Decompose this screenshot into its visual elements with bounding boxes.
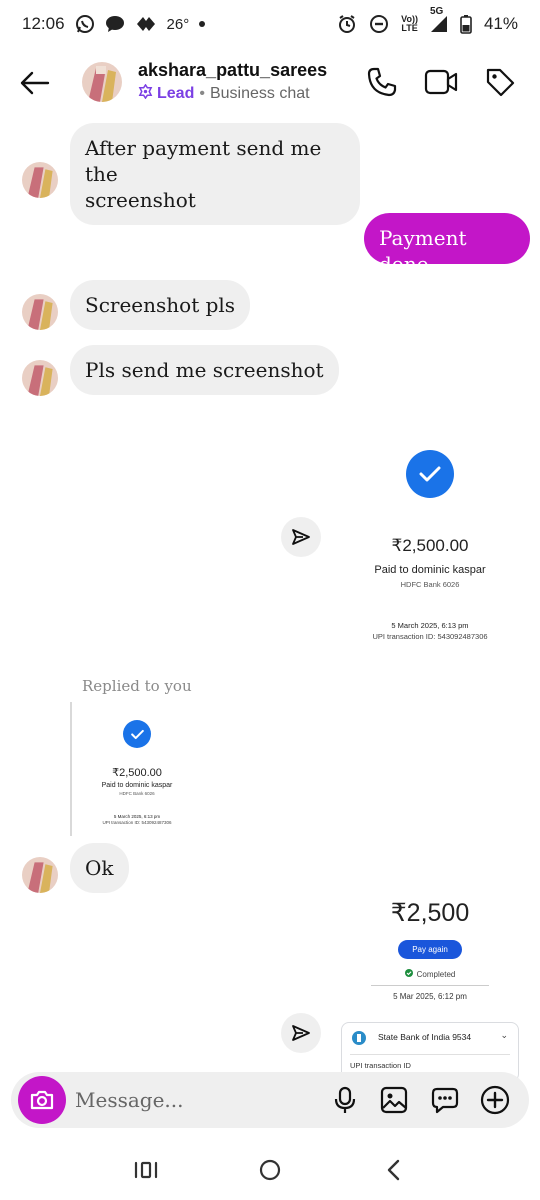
pay-again-button[interactable]: Pay again [398, 940, 462, 959]
receipt2-amount: ₹2,500 [390, 899, 470, 927]
payment-screenshot-image[interactable]: ₹2,500.00 Paid to dominic kaspar HDFC Ba… [360, 440, 500, 658]
payment-success-check-icon [406, 450, 454, 498]
chat-header: akshara_pattu_sarees Lead • Business cha… [0, 52, 540, 112]
share-button[interactable] [281, 517, 321, 557]
message-text: Pls send me screenshot [85, 358, 324, 382]
chevron-left-icon [387, 1159, 400, 1181]
battery-icon [460, 14, 472, 34]
reply-datetime: 5 March 2025, 6:13 pm [113, 814, 161, 819]
message-composer [11, 1072, 529, 1128]
contact-name[interactable]: akshara_pattu_sarees [138, 60, 327, 81]
receipt-bank: HDFC Bank 6026 [400, 580, 460, 589]
voice-call-button[interactable] [366, 66, 398, 98]
sender-avatar[interactable] [22, 857, 58, 893]
recent-apps-icon [134, 1161, 158, 1179]
volte-icon: Vo)) LTE [401, 15, 418, 33]
receipt-paid-to: Paid to dominic kaspar [374, 564, 486, 576]
back-arrow-icon [20, 71, 50, 95]
add-attachment-button[interactable] [479, 1084, 511, 1116]
back-button[interactable] [18, 66, 52, 100]
video-camera-icon [424, 69, 458, 95]
status-bar: 12:06 26° Vo)) LTE 5G 41% [0, 0, 540, 48]
camera-button[interactable] [18, 1076, 66, 1124]
tag-button[interactable] [484, 66, 516, 98]
receipt-datetime: 5 March 2025, 6:13 pm [391, 621, 469, 630]
chevron-down-icon: ⌄ [500, 1030, 508, 1040]
receipt2-datetime: 5 Mar 2025, 6:12 pm [393, 992, 467, 1001]
send-paper-plane-icon [292, 529, 310, 545]
receipt-upi-id: UPI transaction ID: 543092487306 [372, 632, 488, 641]
divider [350, 1054, 510, 1055]
reply-bank: HDFC Bank 6026 [119, 791, 155, 796]
message-text: Screenshot pls [85, 293, 236, 317]
message-text-line: After payment send me the [85, 136, 322, 186]
phone-icon [367, 67, 397, 97]
alarm-icon [337, 14, 357, 34]
home-circle-icon [259, 1159, 281, 1181]
message-text-line: screenshot [85, 188, 196, 212]
incoming-message[interactable]: Ok [70, 843, 129, 893]
upi-id-label: UPI transaction ID [350, 1061, 411, 1070]
network-type: 5G [429, 6, 444, 17]
contact-avatar[interactable] [82, 62, 122, 102]
bank-name: State Bank of India 9534 [378, 1032, 472, 1042]
lead-label[interactable]: Lead [157, 85, 194, 103]
system-navigation-bar [0, 1140, 540, 1200]
divider [371, 985, 489, 986]
plus-circle-icon [480, 1085, 510, 1115]
chat-dots-icon [431, 1087, 459, 1114]
separator-dot: • [199, 85, 205, 102]
sender-avatar[interactable] [22, 360, 58, 396]
voice-message-button[interactable] [329, 1084, 361, 1116]
microphone-icon [334, 1086, 356, 1113]
more-notifications-dot-icon [199, 21, 206, 27]
app-notification-icon [135, 15, 157, 33]
image-gallery-icon [380, 1086, 408, 1114]
message-text: Payment done [379, 226, 467, 276]
message-text: Ok [85, 856, 114, 880]
reply-amount: ₹2,500.00 [112, 767, 162, 779]
share-button[interactable] [281, 1013, 321, 1053]
message-input[interactable] [75, 1082, 305, 1118]
recent-apps-button[interactable] [130, 1154, 162, 1186]
reply-indicator-bar [70, 702, 72, 836]
temperature: 26° [166, 15, 190, 33]
video-call-button[interactable] [424, 66, 458, 98]
sender-avatar[interactable] [22, 162, 58, 198]
camera-icon [30, 1090, 54, 1110]
replied-screenshot-preview[interactable]: ₹2,500.00 Paid to dominic kaspar HDFC Ba… [78, 716, 196, 836]
sbi-logo-icon [352, 1031, 366, 1045]
incoming-message[interactable]: Screenshot pls [70, 280, 251, 330]
reply-upi-id: UPI transaction ID: 543092487306 [102, 820, 172, 825]
outgoing-message[interactable]: Payment done [364, 213, 530, 276]
home-button[interactable] [254, 1154, 286, 1186]
whatsapp-icon [75, 14, 95, 34]
incoming-message[interactable]: Pls send me screenshot [70, 345, 339, 395]
sticker-chat-button[interactable] [429, 1084, 461, 1116]
receipt-amount: ₹2,500.00 [391, 536, 469, 555]
tag-icon [486, 68, 515, 97]
do-not-disturb-icon [369, 14, 389, 34]
gallery-button[interactable] [378, 1084, 410, 1116]
reply-paid-to: Paid to dominic kaspar [101, 782, 173, 789]
sender-avatar[interactable] [22, 294, 58, 330]
replied-to-you-label: Replied to you [82, 677, 192, 695]
chat-type-label: Business chat [209, 85, 310, 102]
signal-icon: 5G [430, 6, 448, 33]
payment-success-check-icon [123, 720, 151, 748]
payment-screenshot-image[interactable]: ₹2,500 Pay again Completed 5 Mar 2025, 6… [360, 898, 500, 1010]
back-nav-button[interactable] [378, 1154, 410, 1186]
incoming-message[interactable]: After payment send me the screenshot [70, 123, 360, 225]
chat-bubble-icon [105, 15, 125, 33]
status-time: 12:06 [22, 14, 65, 33]
completed-status: Completed [416, 969, 456, 979]
lead-badge-icon [138, 83, 153, 104]
battery-percent: 41% [483, 14, 518, 33]
send-paper-plane-icon [292, 1025, 310, 1041]
completed-check-icon [404, 969, 413, 979]
volte-label-bottom: LTE [401, 23, 418, 33]
